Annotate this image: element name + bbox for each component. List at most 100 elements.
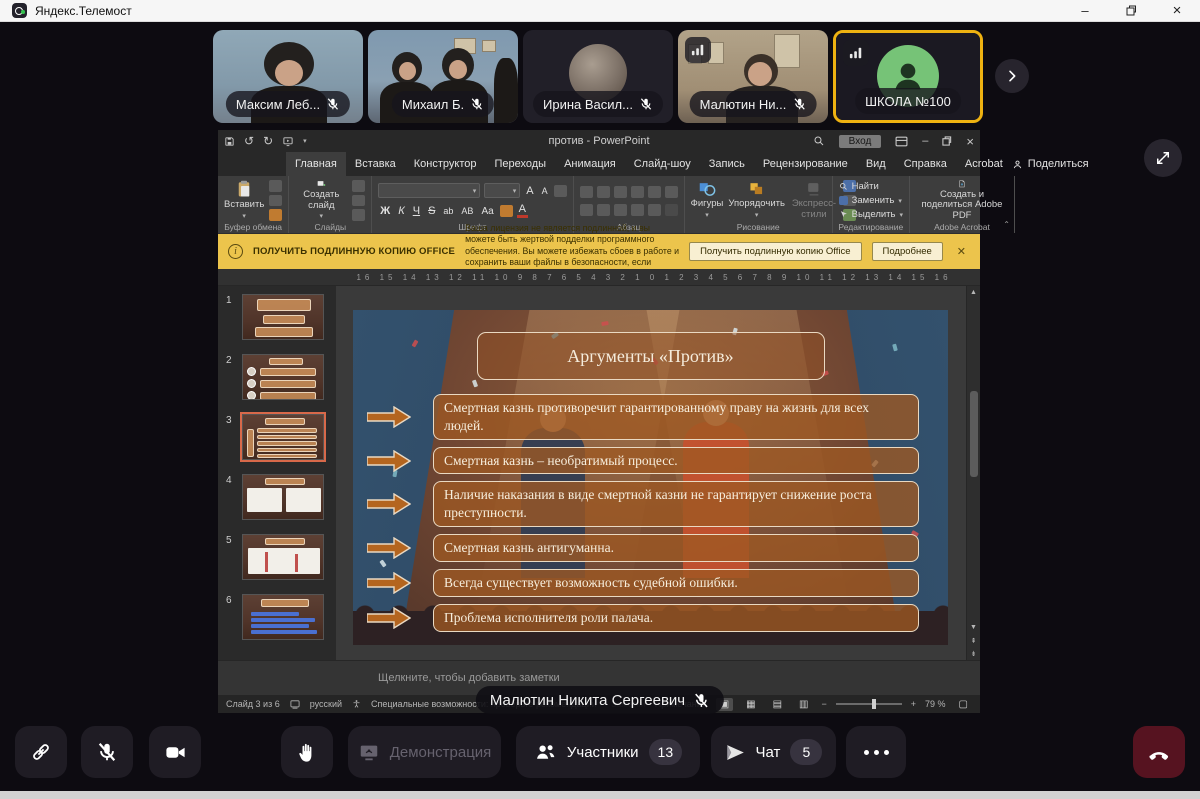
search-icon[interactable] [813, 135, 825, 147]
slide-sorter-view-icon[interactable]: ▦ [742, 698, 759, 711]
close-button[interactable]: × [1154, 0, 1200, 22]
increase-indent-icon[interactable] [631, 186, 644, 198]
grow-font-icon[interactable]: А [524, 185, 535, 197]
slide-layout-icon[interactable] [352, 180, 365, 192]
ppt-restore-button[interactable] [942, 136, 952, 146]
tab-transitions[interactable]: Переходы [485, 152, 555, 176]
char-spacing-button[interactable]: ab [441, 206, 455, 216]
license-close-icon[interactable]: ✕ [953, 245, 970, 258]
tab-animations[interactable]: Анимация [555, 152, 625, 176]
font-color-button[interactable]: А [517, 204, 528, 218]
zoom-in-icon[interactable]: + [911, 699, 916, 709]
thumbnail-slide-5[interactable]: 5 [226, 534, 330, 580]
text-effects-button[interactable]: Aa [479, 206, 495, 217]
align-center-icon[interactable] [597, 204, 610, 216]
learn-more-button[interactable]: Подробнее [872, 242, 943, 261]
tab-slideshow[interactable]: Слайд-шоу [625, 152, 700, 176]
align-right-icon[interactable] [614, 204, 627, 216]
underline-button[interactable]: Ч [411, 205, 422, 217]
shrink-font-icon[interactable]: А [540, 186, 550, 196]
bold-button[interactable]: Ж [378, 205, 392, 217]
tab-view[interactable]: Вид [857, 152, 895, 176]
justify-icon[interactable] [631, 204, 644, 216]
thumbnail-slide-1[interactable]: 1 [226, 294, 330, 340]
restore-button[interactable] [1108, 0, 1154, 22]
line-spacing-icon[interactable] [648, 186, 661, 198]
zoom-slider[interactable] [836, 703, 902, 705]
participant-tile[interactable]: Михаил Б. [368, 30, 518, 123]
scrollbar-thumb[interactable] [970, 391, 978, 477]
vertical-scrollbar[interactable]: ▲ ▼ ⇞ ⇟ [966, 286, 980, 660]
zoom-level[interactable]: 79 % [925, 699, 946, 709]
decrease-indent-icon[interactable] [614, 186, 627, 198]
format-painter-icon[interactable] [269, 209, 282, 221]
shapes-button[interactable]: Фигуры ▾ [691, 180, 724, 221]
bullets-icon[interactable] [580, 186, 593, 198]
reading-view-icon[interactable]: ▤ [769, 698, 786, 711]
copy-icon[interactable] [269, 195, 282, 207]
raise-hand-button[interactable] [281, 726, 333, 778]
copy-link-button[interactable] [15, 726, 67, 778]
participants-button[interactable]: Участники 13 [516, 726, 700, 778]
ppt-signin-button[interactable]: Вход [839, 135, 882, 148]
theme-icon[interactable] [290, 700, 300, 709]
camera-button[interactable] [149, 726, 201, 778]
save-icon[interactable] [224, 136, 235, 147]
more-options-button[interactable] [846, 726, 906, 778]
next-slide-icon[interactable]: ⇟ [967, 647, 981, 660]
numbering-icon[interactable] [597, 186, 610, 198]
thumbnail-slide-2[interactable]: 2 [226, 354, 330, 400]
thumbnail-slide-6[interactable]: 6 [226, 594, 330, 640]
zoom-out-icon[interactable]: − [822, 699, 827, 709]
thumbnail-slide-4[interactable]: 4 [226, 474, 330, 520]
start-slideshow-icon[interactable] [282, 136, 294, 147]
tab-review[interactable]: Рецензирование [754, 152, 857, 176]
font-size-dropdown[interactable]: ▾ [484, 183, 520, 198]
arrange-button[interactable]: Упорядочить ▾ [728, 180, 785, 221]
slideshow-view-icon[interactable]: ▥ [795, 698, 812, 711]
redo-icon[interactable]: ↻ [263, 134, 273, 148]
tab-design[interactable]: Конструктор [405, 152, 486, 176]
font-name-dropdown[interactable]: ▾ [378, 183, 480, 198]
reset-slide-icon[interactable] [352, 195, 365, 207]
case-button[interactable]: АВ [459, 206, 475, 216]
previous-slide-icon[interactable]: ⇞ [967, 634, 981, 647]
microphone-button-muted[interactable] [81, 726, 133, 778]
hang-up-button[interactable] [1133, 726, 1185, 778]
next-participants-button[interactable] [995, 59, 1029, 93]
paste-button[interactable]: Вставить ▾ [224, 180, 264, 221]
align-left-icon[interactable] [580, 204, 593, 216]
tab-home[interactable]: Главная [286, 152, 346, 176]
participant-tile[interactable]: Малютин Ни... [678, 30, 828, 123]
participant-tile-active-speaker[interactable]: ШКОЛА №100 [833, 30, 983, 123]
quick-styles-button[interactable]: Экспресс-стили [790, 180, 838, 221]
select-button[interactable]: Выделить ▾ [839, 209, 903, 220]
participant-tile[interactable]: Ирина Васил... [523, 30, 673, 123]
slide-canvas[interactable]: Аргументы «Против» Смертная казнь против… [336, 286, 966, 660]
ppt-minimize-button[interactable]: – [922, 135, 928, 147]
ppt-close-button[interactable]: × [966, 134, 974, 149]
replace-button[interactable]: Заменить ▾ [839, 195, 902, 206]
highlight-color-icon[interactable] [500, 205, 513, 217]
strikethrough-button[interactable]: S [426, 205, 437, 217]
collapse-ribbon-icon[interactable]: ⌃ [1003, 220, 1010, 229]
clear-format-icon[interactable] [554, 185, 567, 197]
columns-icon[interactable] [648, 204, 661, 216]
cut-icon[interactable] [269, 180, 282, 192]
thumbnail-slide-3-selected[interactable]: 3 [226, 414, 330, 460]
find-button[interactable]: Найти [839, 181, 879, 192]
qat-customize-icon[interactable]: ▾ [303, 137, 307, 145]
scroll-up-icon[interactable]: ▲ [967, 286, 981, 299]
new-slide-button[interactable]: Создать слайд ▾ [295, 180, 347, 221]
share-screen-button[interactable]: Демонстрация [348, 726, 501, 778]
undo-icon[interactable]: ↺ [244, 134, 254, 148]
smartart-icon[interactable] [665, 204, 678, 216]
tab-insert[interactable]: Вставка [346, 152, 405, 176]
text-direction-icon[interactable] [665, 186, 678, 198]
ribbon-display-options-icon[interactable] [895, 136, 908, 147]
language-indicator[interactable]: русский [310, 699, 342, 709]
minimize-button[interactable]: – [1062, 0, 1108, 22]
create-pdf-button[interactable]: Создать и поделиться Adobe PDF [916, 180, 1008, 221]
get-genuine-office-button[interactable]: Получить подлинную копию Office [689, 242, 861, 261]
zoom-slider-thumb[interactable] [872, 699, 876, 709]
